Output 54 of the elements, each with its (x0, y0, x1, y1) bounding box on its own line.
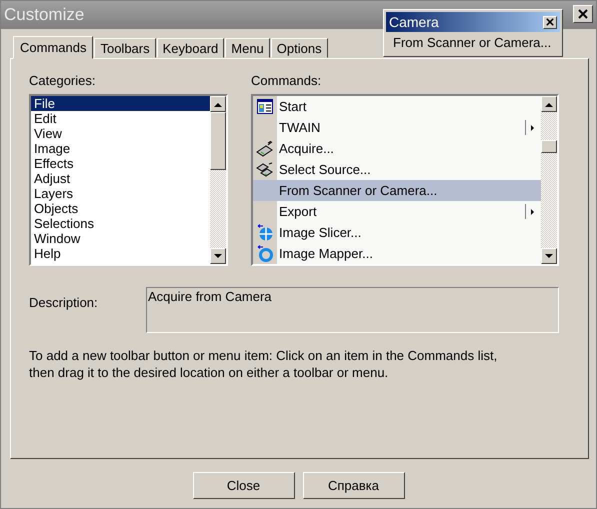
scanner-icon (256, 140, 274, 156)
command-item[interactable]: Select Source... (253, 159, 541, 180)
toolbar-title: Camera (389, 14, 439, 30)
tab[interactable]: Keyboard (156, 38, 224, 58)
command-item[interactable]: Export (253, 201, 541, 222)
category-item[interactable]: Effects (31, 156, 210, 171)
category-item[interactable]: Adjust (31, 171, 210, 186)
command-item[interactable]: Image Mapper... (253, 243, 541, 264)
scrollbar-thumb[interactable] (541, 140, 557, 153)
category-item[interactable]: Edit (31, 111, 210, 126)
category-item[interactable]: Layers (31, 186, 210, 201)
close-icon (546, 18, 554, 26)
command-item[interactable]: Start (253, 96, 541, 117)
close-button[interactable] (573, 5, 593, 23)
command-item[interactable]: Image Slicer... (253, 222, 541, 243)
close-icon (578, 9, 588, 19)
tab[interactable]: Toolbars (94, 38, 156, 58)
submenu-arrow-icon (530, 124, 534, 130)
window-title: Customize (4, 5, 84, 25)
command-item[interactable]: Acquire... (253, 138, 541, 159)
submenu-arrow-icon (530, 208, 534, 214)
dialog-button[interactable]: Close (192, 472, 294, 499)
description-label: Description: (29, 294, 99, 312)
category-item[interactable]: View (31, 126, 210, 141)
scanners-icon (256, 162, 274, 178)
scrollbar-thumb[interactable] (210, 112, 226, 170)
ring-icon (256, 245, 274, 262)
crosshair-globe-icon (256, 224, 274, 241)
toolbar-item[interactable]: From Scanner or Camera... (386, 32, 560, 54)
category-item[interactable]: Objects (31, 201, 210, 216)
commands-label: Commands: (251, 73, 322, 88)
categories-label: Categories: (29, 73, 96, 88)
dialog-button[interactable]: Справка (302, 472, 404, 499)
scroll-up-button[interactable] (541, 96, 557, 112)
up-arrow-icon (214, 102, 222, 106)
tab[interactable]: Commands (13, 36, 94, 59)
tab[interactable]: Options (270, 38, 328, 58)
down-arrow-icon (214, 254, 222, 258)
scroll-down-button[interactable] (541, 248, 557, 264)
category-item[interactable]: Window (31, 231, 210, 246)
up-arrow-icon (545, 102, 553, 106)
toolbar-close-button[interactable] (543, 16, 557, 28)
scroll-up-button[interactable] (210, 96, 226, 112)
category-item[interactable]: File (31, 96, 210, 111)
category-item[interactable]: Help (31, 246, 210, 261)
instructions-text: To add a new toolbar button or menu item: Click on an item in the Commands list, then drag it to the desired location on either a toolbar or menu. (29, 347, 498, 381)
tab[interactable]: Menu (225, 38, 270, 58)
down-arrow-icon (545, 254, 553, 258)
description-field: Acquire from Camera (146, 287, 559, 333)
category-item[interactable]: Selections (31, 216, 210, 231)
scroll-down-button[interactable] (210, 248, 226, 264)
category-item[interactable]: Image (31, 141, 210, 156)
window-icon (257, 99, 273, 114)
command-item[interactable]: TWAIN (253, 117, 541, 138)
